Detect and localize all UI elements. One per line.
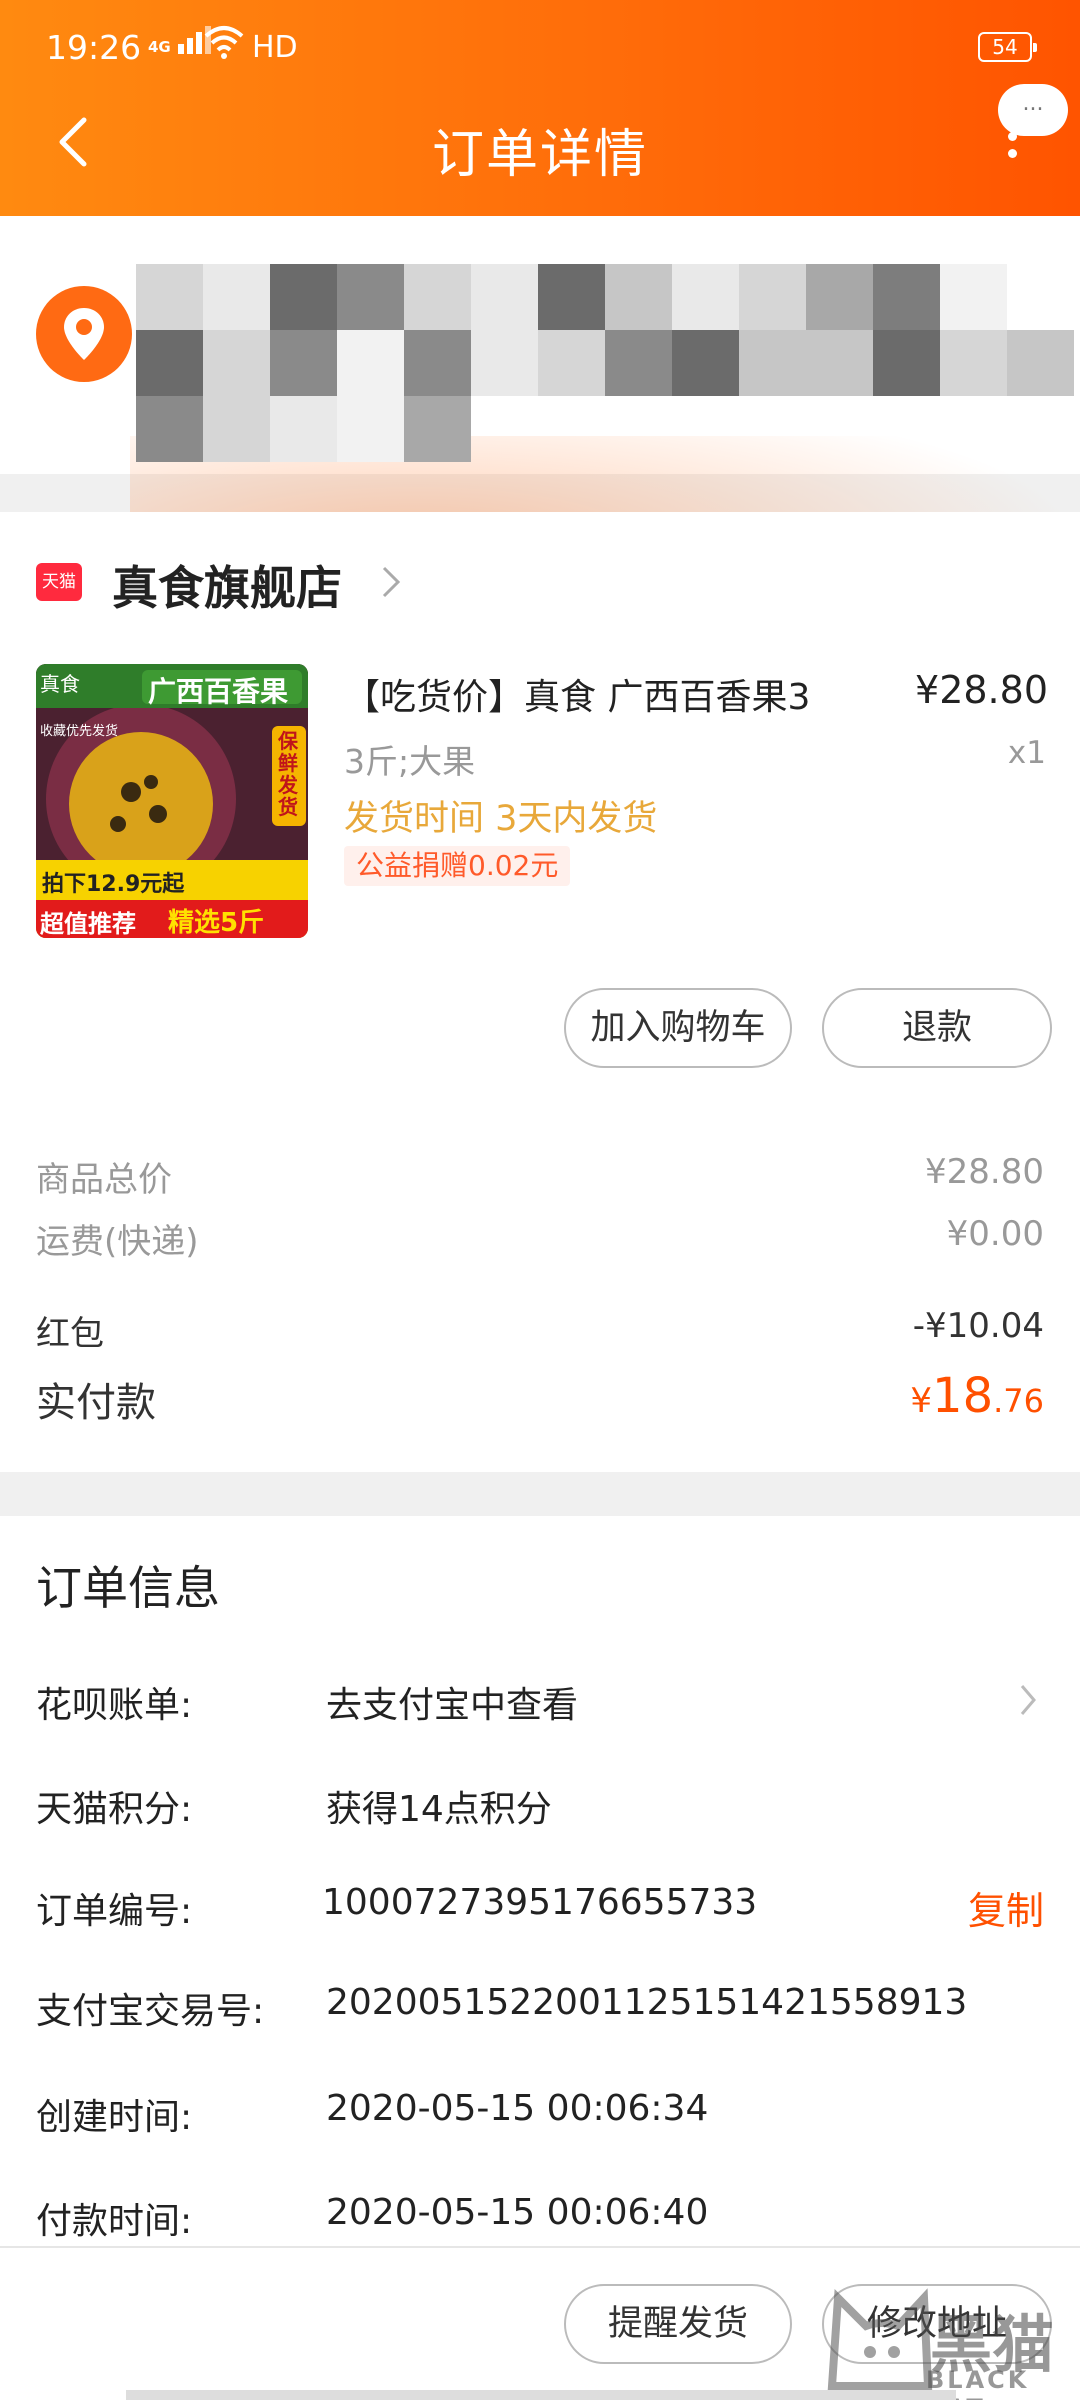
pixel-block: [538, 264, 605, 330]
hd-indicator: HD: [252, 30, 298, 65]
pixel-block: [203, 330, 270, 396]
pixel-block: [940, 264, 1007, 330]
chevron-right-icon[interactable]: [1016, 1680, 1040, 1720]
huabei-label: 花呗账单:: [36, 1685, 193, 1726]
pixel-block: [538, 330, 605, 396]
status-bar: 19:26 4G HD 54: [0, 0, 1080, 96]
pixel-block: [136, 396, 203, 462]
home-indicator: [126, 2390, 956, 2400]
pixel-block: [739, 330, 806, 396]
paid-currency: ¥: [910, 1381, 933, 1421]
shipping-fee-value: ¥0.00: [946, 1214, 1044, 1254]
remind-ship-button[interactable]: 提醒发货: [564, 2284, 792, 2364]
product-image-promo: 拍下12.9元起: [42, 872, 185, 897]
tmall-badge: 天猫: [36, 563, 82, 601]
product-image-brand: 真食: [40, 672, 80, 696]
charity-badge: 公益捐赠0.02元: [344, 846, 571, 886]
paid-amount-value: ¥18.76: [910, 1368, 1044, 1424]
red-packet-value: -¥10.04: [912, 1306, 1044, 1346]
paid-amount-label: 实付款: [36, 1380, 156, 1426]
huabei-value[interactable]: 去支付宝中查看: [326, 1676, 578, 1728]
location-pin-icon: [36, 286, 132, 382]
network-type: 4G: [148, 38, 171, 56]
pixel-block: [270, 264, 337, 330]
pixel-block: [471, 264, 538, 330]
pixel-block: [806, 264, 873, 330]
pixel-block: [873, 330, 940, 396]
alipay-trade-value: 2020051522001125151421558913: [326, 1982, 968, 2023]
message-bubble[interactable]: ...: [998, 84, 1068, 136]
more-dots-icon[interactable]: [1008, 132, 1018, 166]
more-menu-button[interactable]: ...: [996, 84, 1068, 194]
battery-icon: 54: [978, 32, 1037, 62]
paid-integer: 18: [932, 1368, 994, 1424]
order-number-label: 订单编号:: [36, 1891, 193, 1932]
shipping-fee-label: 运费(快递): [36, 1222, 199, 1262]
paid-time-value: 2020-05-15 00:06:40: [326, 2192, 709, 2233]
product-quantity: x1: [1007, 735, 1046, 771]
product-spec: 3斤;大果: [344, 742, 476, 781]
pixel-block: [672, 264, 739, 330]
pixel-block: [739, 264, 806, 330]
status-time: 19:26: [46, 28, 142, 67]
product-image-banner: 广西百香果: [148, 675, 289, 708]
pixel-block: [337, 330, 404, 396]
red-packet-label: 红包: [36, 1314, 104, 1354]
product-image-bottom-left: 超值推荐: [40, 910, 136, 938]
pixel-block: [404, 264, 471, 330]
chevron-right-icon[interactable]: [376, 562, 404, 602]
pixel-block: [605, 330, 672, 396]
order-number-value: 1000727395176655733: [322, 1882, 758, 1923]
points-label: 天猫积分:: [36, 1789, 193, 1830]
refund-button[interactable]: 退款: [822, 988, 1052, 1068]
product-title[interactable]: 【吃货价】真食 广西百香果3: [344, 668, 864, 720]
product-image-bottom-right: 精选5斤: [168, 908, 265, 938]
pixel-block: [404, 330, 471, 396]
pixel-block: [136, 330, 203, 396]
shipping-time: 发货时间 3天内发货: [344, 799, 658, 839]
shop-name[interactable]: 真食旗舰店: [112, 552, 342, 618]
created-time-label: 创建时间:: [36, 2097, 193, 2138]
pixel-block: [806, 330, 873, 396]
product-price: ¥28.80: [915, 668, 1048, 712]
pixel-block: [404, 396, 471, 462]
pixel-block: [940, 330, 1007, 396]
pixel-block: [203, 396, 270, 462]
pixel-block: [471, 330, 538, 396]
goods-total-value: ¥28.80: [925, 1152, 1044, 1192]
header-bar: 19:26 4G HD 54 订单详情 ...: [0, 0, 1080, 216]
order-info-title: 订单信息: [36, 1561, 220, 1615]
pixel-block: [203, 264, 270, 330]
pixel-block: [337, 396, 404, 462]
pixel-block: [270, 396, 337, 462]
product-image[interactable]: 真食 广西百香果 收藏优先发货 保鲜发货 拍下12.9元起 超值推荐 精选5斤: [36, 664, 308, 938]
alipay-trade-label: 支付宝交易号:: [36, 1991, 265, 2032]
pixel-block: [136, 264, 203, 330]
product-image-side-tag: 保鲜发货: [278, 729, 298, 819]
created-time-value: 2020-05-15 00:06:34: [326, 2088, 709, 2129]
pixel-block: [605, 264, 672, 330]
add-to-cart-button[interactable]: 加入购物车: [564, 988, 792, 1068]
copy-button[interactable]: 复制: [968, 1880, 1044, 1935]
points-value: 获得14点积分: [326, 1789, 552, 1830]
pixel-block: [873, 264, 940, 330]
paid-time-label: 付款时间:: [36, 2201, 193, 2242]
pixel-block: [337, 264, 404, 330]
goods-total-label: 商品总价: [36, 1160, 172, 1200]
paid-decimal: .76: [993, 1382, 1044, 1420]
pixel-block: [270, 330, 337, 396]
pixel-block: [672, 330, 739, 396]
page-title: 订单详情: [431, 125, 648, 185]
pixel-block: [1007, 330, 1074, 396]
wifi-icon: [204, 26, 244, 59]
product-image-corner: 收藏优先发货: [40, 724, 119, 739]
